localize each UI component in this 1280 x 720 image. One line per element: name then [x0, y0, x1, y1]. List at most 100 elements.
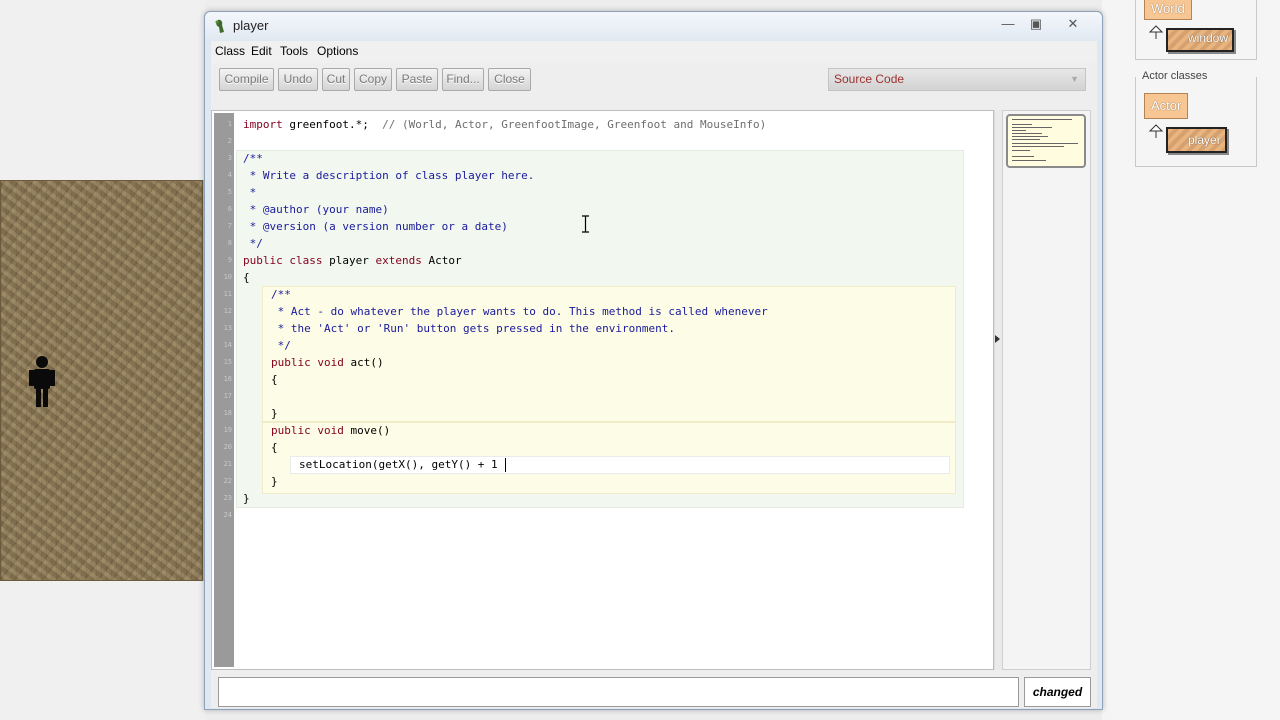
code-line-3: /**: [243, 152, 263, 165]
line-number: 2: [227, 137, 232, 145]
superclass-name: Actor: [428, 254, 462, 267]
keyword: extends: [375, 254, 422, 267]
copy-button[interactable]: Copy: [354, 68, 392, 91]
code-line-23: }: [243, 492, 250, 505]
line-number: 7: [227, 222, 232, 230]
nav-line: [1012, 130, 1026, 131]
minimize-icon: —: [1001, 16, 1015, 31]
minimize-button[interactable]: —: [995, 15, 1021, 32]
greenfoot-foot-icon: [215, 19, 224, 33]
line-number: 5: [227, 188, 232, 196]
nav-line: [1012, 150, 1030, 151]
method-signature: act(): [350, 356, 384, 369]
compile-button[interactable]: Compile: [219, 68, 274, 91]
keyword: public: [271, 356, 311, 369]
line-number: 8: [227, 239, 232, 247]
changed-status-badge: changed: [1024, 677, 1091, 707]
line-number: 1: [227, 120, 232, 128]
text-caret: [505, 458, 506, 472]
code-text: greenfoot.*;: [282, 118, 383, 131]
paste-button[interactable]: Paste: [396, 68, 438, 91]
cut-button[interactable]: Cut: [322, 68, 350, 91]
status-message-field: [218, 677, 1019, 707]
line-number: 16: [223, 375, 232, 383]
player-class-box[interactable]: player: [1166, 127, 1227, 153]
title-bar[interactable]: player — ▣ ✕: [205, 12, 1102, 40]
line-number: 3: [227, 154, 232, 162]
code-line-5: *: [243, 186, 263, 199]
menu-options[interactable]: Options: [317, 44, 358, 58]
menu-tools[interactable]: Tools: [280, 44, 308, 58]
menu-class[interactable]: Class: [215, 44, 245, 58]
code-line-14: */: [271, 339, 291, 352]
close-icon: ✕: [1067, 16, 1079, 31]
code-line-20: {: [271, 441, 278, 454]
nav-line: [1012, 139, 1040, 140]
nav-line: [1012, 133, 1042, 134]
world-class-box[interactable]: World: [1144, 0, 1192, 20]
code-line-19: public void move(): [271, 422, 390, 439]
maximize-button[interactable]: ▣: [1023, 15, 1049, 32]
close-window-button[interactable]: ✕: [1060, 15, 1086, 32]
line-number: 14: [223, 341, 232, 349]
line-number: 11: [223, 290, 232, 298]
keyword: void: [317, 356, 344, 369]
collapse-arrow-icon[interactable]: [995, 335, 1000, 343]
line-number: 21: [223, 460, 232, 468]
maximize-icon: ▣: [1029, 16, 1043, 31]
view-select-value: Source Code: [834, 72, 905, 86]
editor-body: Compile Undo Cut Copy Paste Find... Clos…: [211, 63, 1097, 708]
code-line-18: }: [271, 407, 278, 420]
menu-edit[interactable]: Edit: [251, 44, 272, 58]
nav-line: [1012, 146, 1064, 147]
line-number: 15: [223, 358, 232, 366]
toolbar: Compile Undo Cut Copy Paste Find... Clos…: [211, 63, 1097, 99]
line-number: 10: [223, 273, 232, 281]
navigation-view[interactable]: [1002, 110, 1091, 670]
code-line-8: */: [243, 237, 263, 250]
code-line-7: * @version (a version number or a date): [243, 220, 508, 233]
inherit-arrow-icon: [1149, 25, 1163, 39]
navigation-thumbnail[interactable]: [1006, 114, 1086, 168]
code-line-10: {: [243, 271, 250, 284]
line-number: 18: [223, 409, 232, 417]
line-number: 23: [223, 494, 232, 502]
window-class-box[interactable]: window: [1166, 28, 1235, 52]
inherit-arrow-icon: [1149, 124, 1163, 138]
code-line-11: /**: [271, 288, 291, 301]
code-line-22: }: [271, 475, 278, 488]
code-line-21: setLocation(getX(), getY() + 1: [299, 458, 498, 471]
nav-line: [1012, 156, 1034, 157]
line-number: 20: [223, 443, 232, 451]
line-number: 17: [223, 392, 232, 400]
menu-bar: Class Edit Tools Options: [211, 41, 1097, 63]
code-text-area[interactable]: import greenfoot.*; // (World, Actor, Gr…: [236, 111, 994, 667]
line-number: 6: [227, 205, 232, 213]
nav-line: [1012, 119, 1072, 120]
line-number: 4: [227, 171, 232, 179]
code-line-4: * Write a description of class player he…: [243, 169, 535, 182]
chevron-down-icon: ▼: [1070, 74, 1079, 84]
line-number: 19: [223, 426, 232, 434]
undo-button[interactable]: Undo: [278, 68, 318, 91]
window-class-label: window: [1188, 31, 1229, 45]
keyword: class: [289, 254, 323, 267]
keyword: public: [271, 424, 311, 437]
code-line-13: * the 'Act' or 'Run' button gets pressed…: [271, 322, 675, 335]
class-name: player: [329, 254, 369, 267]
code-line-15: public void act(): [271, 354, 384, 371]
code-editor[interactable]: import greenfoot.*; // (World, Actor, Gr…: [211, 110, 994, 670]
keyword: void: [317, 424, 344, 437]
view-select-dropdown[interactable]: Source Code ▼: [828, 68, 1086, 91]
line-number: 13: [223, 324, 232, 332]
nav-line: [1012, 143, 1078, 144]
actor-class-box[interactable]: Actor: [1144, 93, 1189, 119]
vertical-divider[interactable]: [994, 110, 1002, 670]
find-button[interactable]: Find...: [442, 68, 484, 91]
keyword: public: [243, 254, 283, 267]
player-actor-icon[interactable]: [28, 355, 56, 407]
actor-classes-frame: [1135, 77, 1257, 167]
close-button[interactable]: Close: [488, 68, 531, 91]
line-number: 22: [223, 477, 232, 485]
code-line-9: public class player extends Actor: [243, 252, 462, 269]
